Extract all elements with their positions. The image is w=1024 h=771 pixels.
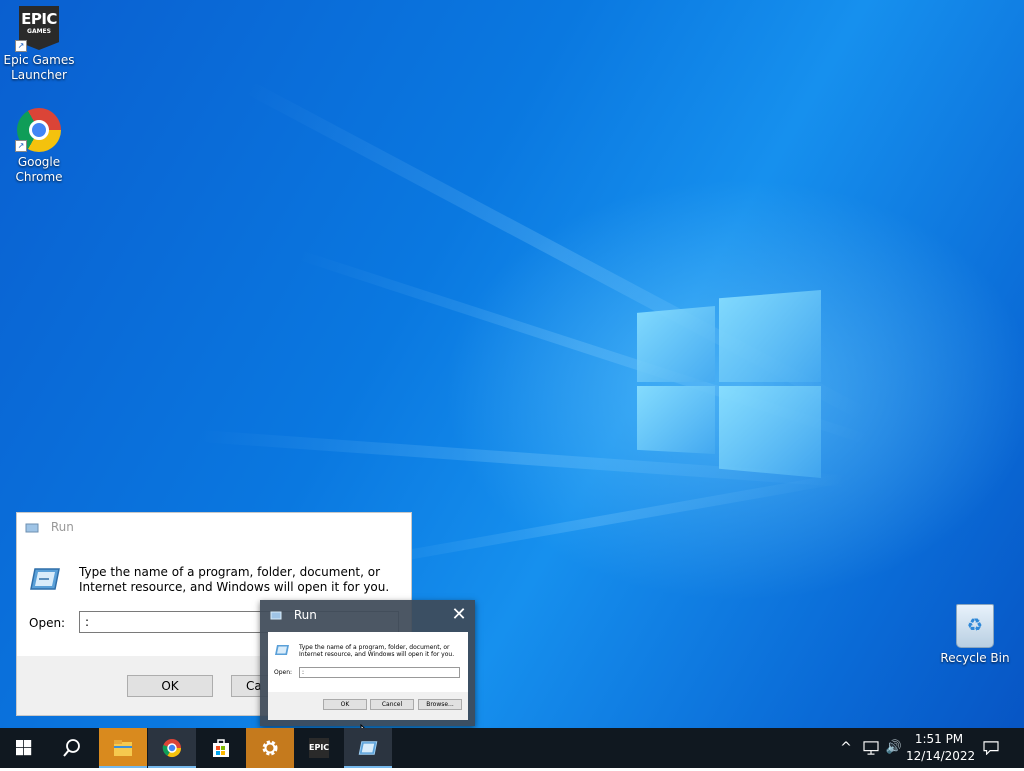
run-icon (358, 741, 378, 755)
search-icon (63, 739, 80, 757)
ok-button[interactable]: OK (127, 675, 213, 697)
taskbar-microsoft-store[interactable] (197, 728, 245, 768)
recycle-bin-icon: ♻ (956, 604, 994, 648)
shortcut-arrow-icon: ↗ (15, 40, 27, 52)
preview-ok-button: OK (323, 699, 367, 710)
run-icon (30, 568, 60, 590)
windows-logo-pane (719, 386, 821, 478)
gear-icon (262, 740, 278, 756)
start-button[interactable] (0, 728, 48, 768)
run-dialog-titlebar[interactable]: Run (17, 513, 411, 541)
tray-chevron-icon[interactable]: ^ (836, 728, 856, 768)
preview-thumbnail: Type the name of a program, folder, docu… (268, 632, 468, 720)
preview-open-input: : (299, 667, 460, 678)
run-icon (270, 611, 282, 620)
desktop-icon-epic-games[interactable]: EPIC GAMES ↗ Epic Games Launcher (1, 6, 77, 83)
preview-cancel-button: Cancel (370, 699, 414, 710)
clock[interactable]: 1:51 PM 12/14/2022 (906, 731, 976, 765)
taskbar: EPIC ^ 🔊 1:51 PM 12/14/2022 (0, 728, 1024, 768)
clock-date: 12/14/2022 (906, 749, 976, 763)
volume-icon[interactable]: 🔊 (883, 728, 905, 768)
store-icon (213, 739, 229, 757)
windows-logo-pane (637, 386, 715, 454)
desktop-icon-recycle-bin[interactable]: ♻ Recycle Bin (937, 604, 1013, 666)
desktop-icon-label: Recycle Bin (940, 651, 1010, 665)
open-label: Open: (29, 616, 66, 630)
windows-logo-pane (637, 306, 715, 382)
clock-time: 1:51 PM (914, 732, 964, 746)
taskbar-run[interactable] (344, 728, 392, 768)
run-dialog-title: Run (50, 520, 74, 534)
preview-title: Run (270, 608, 317, 622)
desktop-icon-label: Google Chrome (15, 155, 63, 184)
run-window-preview[interactable]: Run ✕ Type the name of a program, folder… (260, 600, 475, 726)
taskbar-chrome[interactable] (148, 728, 196, 768)
light-ray (350, 473, 845, 570)
desktop-icon-chrome[interactable]: ↗ Google Chrome (1, 108, 77, 185)
preview-description: Type the name of a program, folder, docu… (299, 644, 455, 658)
preview-browse-button: Browse... (418, 699, 462, 710)
chrome-icon (162, 739, 181, 758)
preview-open-label: Open: (274, 669, 293, 676)
run-icon (275, 645, 289, 655)
taskbar-settings[interactable] (246, 728, 294, 768)
desktop-background: EPIC GAMES ↗ Epic Games Launcher ↗ Googl… (0, 0, 1024, 728)
shortcut-arrow-icon: ↗ (15, 140, 27, 152)
taskbar-file-explorer[interactable] (99, 728, 147, 768)
desktop-icon-label: Epic Games Launcher (3, 53, 75, 82)
search-button[interactable] (48, 728, 96, 768)
close-icon[interactable]: ✕ (449, 604, 469, 626)
taskbar-epic-games[interactable]: EPIC (295, 728, 343, 768)
network-icon[interactable] (860, 728, 882, 768)
windows-logo-pane (719, 290, 821, 382)
windows-start-icon (16, 740, 32, 756)
epic-games-icon: EPIC (309, 738, 329, 758)
folder-icon (114, 740, 132, 756)
notifications-icon[interactable] (978, 728, 1004, 768)
run-dialog-description: Type the name of a program, folder, docu… (79, 565, 390, 594)
run-icon (25, 523, 39, 532)
